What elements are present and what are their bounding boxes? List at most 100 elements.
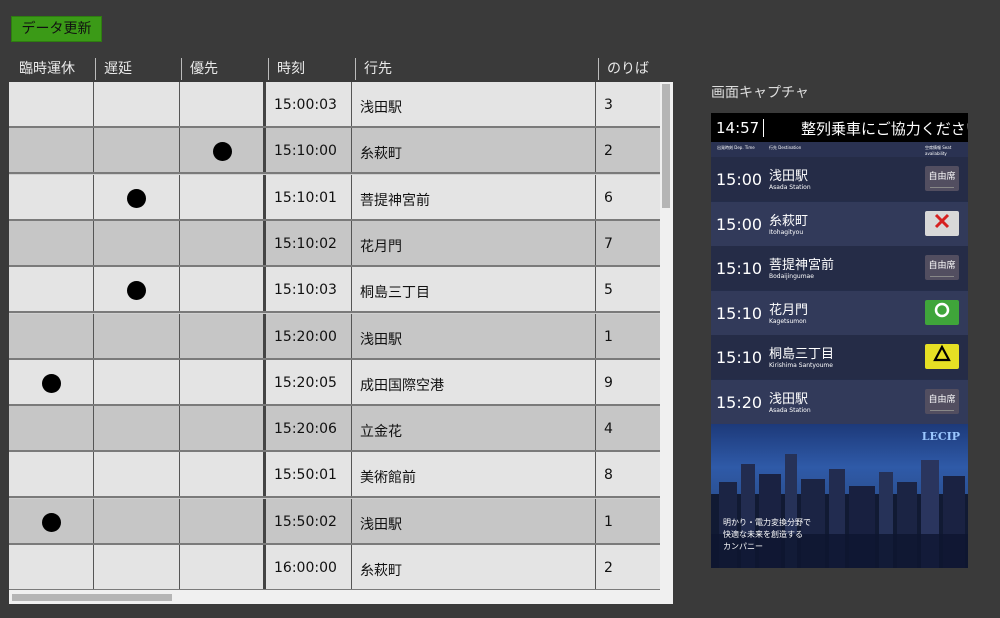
table-row[interactable]: 15:00:03 浅田駅 3: [9, 82, 660, 128]
priority-cell[interactable]: [180, 359, 266, 404]
table-row[interactable]: 15:20:05 成田国際空港 9: [9, 359, 660, 406]
delay-cell[interactable]: [94, 313, 180, 358]
vertical-scrollbar[interactable]: [660, 82, 673, 604]
platform-cell[interactable]: 1: [596, 499, 660, 543]
slogan-line: カンパニー: [723, 542, 763, 551]
table-row[interactable]: 15:10:00 糸萩町 2: [9, 128, 660, 175]
priority-cell[interactable]: [180, 82, 266, 126]
priority-cell[interactable]: [180, 545, 266, 589]
destination-cell[interactable]: 浅田駅: [352, 498, 596, 543]
destination-cell[interactable]: 立金花: [352, 406, 596, 451]
suspend-cell[interactable]: [9, 406, 94, 451]
suspend-cell[interactable]: [9, 498, 94, 543]
delay-cell[interactable]: [94, 406, 180, 451]
priority-cell[interactable]: [180, 220, 266, 265]
platform-cell[interactable]: 9: [596, 360, 660, 404]
destination-cell-text: 浅田駅: [360, 516, 402, 533]
horizontal-scrollbar[interactable]: [9, 590, 660, 604]
time-cell[interactable]: 15:20:05: [266, 359, 352, 404]
platform-cell-text: 1: [604, 513, 613, 530]
platform-cell[interactable]: 2: [596, 545, 660, 589]
time-cell[interactable]: 15:10:01: [266, 174, 352, 219]
delay-cell[interactable]: [94, 174, 180, 219]
time-cell[interactable]: 15:50:02: [266, 498, 352, 543]
delay-cell[interactable]: [94, 128, 180, 173]
platform-cell[interactable]: 7: [596, 221, 660, 265]
time-cell-text: 15:10:01: [274, 189, 337, 206]
schedule-grid[interactable]: 15:00:03 浅田駅 3 15:10:00 糸萩町 2 15:10:01 菩提神宮前 6 1…: [9, 82, 673, 604]
table-row[interactable]: 15:10:01 菩提神宮前 6: [9, 174, 660, 221]
destination-cell[interactable]: 菩提神宮前: [352, 174, 596, 219]
signage-subheader: 出発時刻 Dep. Time 行先 Destination 空席情報 Seat …: [711, 142, 968, 157]
destination-cell-text: 浅田駅: [360, 100, 402, 116]
destination-cell[interactable]: 美術館前: [352, 452, 596, 497]
delay-cell[interactable]: [94, 452, 180, 497]
delay-cell[interactable]: [94, 359, 180, 404]
suspend-cell[interactable]: [9, 174, 94, 219]
suspend-cell[interactable]: [9, 545, 94, 589]
table-row[interactable]: 15:50:01 美術館前 8: [9, 452, 660, 499]
table-row[interactable]: 15:20:06 立金花 4: [9, 406, 660, 453]
priority-cell[interactable]: [180, 452, 266, 497]
delay-cell[interactable]: [94, 498, 180, 543]
platform-cell-text: 5: [604, 282, 613, 299]
platform-cell[interactable]: 1: [596, 314, 660, 358]
column-header-delay: 遅延: [95, 58, 180, 80]
delay-cell[interactable]: [94, 545, 180, 589]
platform-cell[interactable]: 2: [596, 128, 660, 172]
time-cell[interactable]: 15:10:02: [266, 220, 352, 265]
suspend-cell[interactable]: [9, 452, 94, 497]
time-cell[interactable]: 15:10:03: [266, 267, 352, 312]
priority-cell[interactable]: [180, 313, 266, 358]
time-cell[interactable]: 15:20:06: [266, 406, 352, 451]
horizontal-scroll-thumb[interactable]: [12, 594, 172, 601]
delay-cell[interactable]: [94, 220, 180, 265]
platform-cell[interactable]: 4: [596, 406, 660, 450]
vertical-scroll-thumb[interactable]: [662, 84, 670, 208]
priority-cell[interactable]: [180, 128, 266, 173]
destination-cell[interactable]: 糸萩町: [352, 128, 596, 173]
time-cell[interactable]: 15:50:01: [266, 452, 352, 497]
suspend-cell[interactable]: [9, 128, 94, 173]
time-cell-text: 15:10:03: [274, 282, 337, 299]
priority-cell[interactable]: [180, 406, 266, 451]
destination-cell[interactable]: 糸萩町: [352, 545, 596, 589]
table-row[interactable]: 15:50:02 浅田駅 1: [9, 498, 660, 545]
suspend-cell[interactable]: [9, 82, 94, 126]
table-row[interactable]: 15:20:00 浅田駅 1: [9, 313, 660, 360]
destination-cell[interactable]: 成田国際空港: [352, 359, 596, 404]
priority-cell[interactable]: [180, 498, 266, 543]
time-cell[interactable]: 15:10:00: [266, 128, 352, 173]
column-header-platform: のりば: [598, 58, 658, 80]
platform-cell[interactable]: 8: [596, 452, 660, 496]
table-row[interactable]: 15:10:02 花月門 7: [9, 220, 660, 267]
priority-cell[interactable]: [180, 174, 266, 219]
suspend-cell[interactable]: [9, 359, 94, 404]
time-cell[interactable]: 15:00:03: [266, 82, 352, 126]
destination-cell[interactable]: 花月門: [352, 220, 596, 265]
signage-time: 15:20: [716, 392, 763, 412]
platform-cell[interactable]: 5: [596, 267, 660, 311]
platform-cell-text: 4: [604, 421, 613, 438]
table-row[interactable]: 16:00:00 糸萩町 2: [9, 545, 660, 591]
destination-cell[interactable]: 浅田駅: [352, 313, 596, 358]
suspend-cell[interactable]: [9, 313, 94, 358]
lecip-logo: LECIP: [921, 430, 960, 443]
table-row[interactable]: 15:10:03 桐島三丁目 5: [9, 267, 660, 314]
signage-time: 15:10: [716, 259, 763, 278]
priority-cell[interactable]: [180, 267, 266, 312]
delay-cell[interactable]: [94, 82, 180, 126]
time-cell-text: 15:10:02: [274, 235, 337, 252]
platform-cell[interactable]: 6: [596, 175, 660, 219]
data-update-button[interactable]: データ更新: [11, 16, 102, 42]
signage-time: 15:10: [716, 303, 763, 323]
time-cell[interactable]: 16:00:00: [266, 545, 352, 589]
delay-cell[interactable]: [94, 267, 180, 312]
suspend-cell[interactable]: [9, 267, 94, 312]
suspend-cell[interactable]: [9, 220, 94, 265]
time-cell[interactable]: 15:20:00: [266, 313, 352, 358]
destination-cell[interactable]: 浅田駅: [352, 82, 596, 126]
signage-row: 15:10 桐島三丁目 Kirishima Santyoume: [711, 335, 968, 379]
platform-cell[interactable]: 3: [596, 82, 660, 126]
destination-cell[interactable]: 桐島三丁目: [352, 267, 596, 312]
